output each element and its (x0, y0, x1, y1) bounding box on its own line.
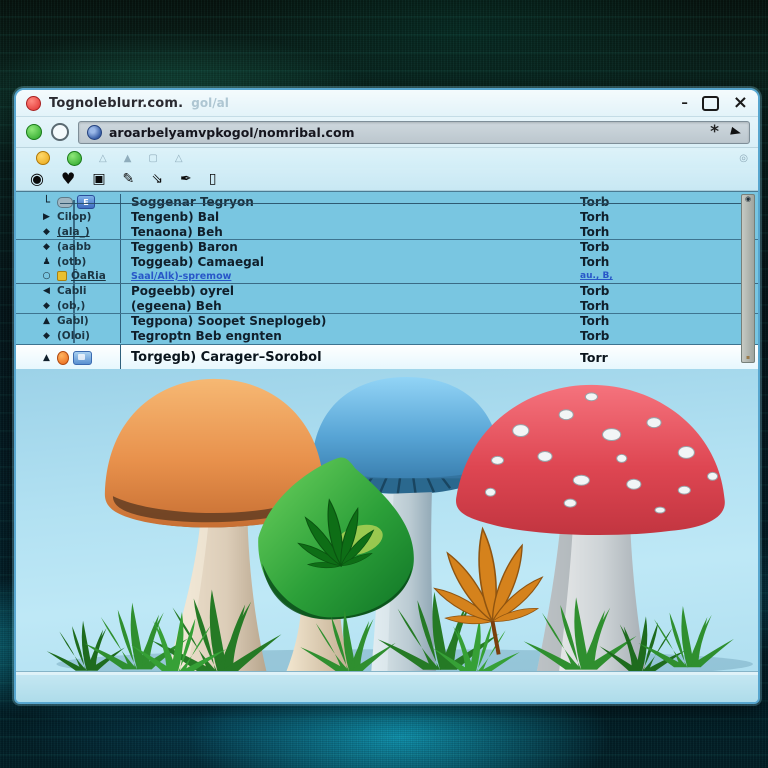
leaf-scribble-icon[interactable]: ✎ (123, 172, 135, 186)
row-label: Cabli (57, 285, 87, 297)
minimize-button[interactable]: – (681, 97, 688, 110)
row-label: (ob,) (57, 300, 85, 312)
scrollbar-top-icon: ◉ (745, 196, 751, 203)
bookmarks-overflow-icon[interactable]: ◎ (739, 153, 748, 164)
row-title: Teggenb) Baron (120, 240, 580, 255)
table-row[interactable]: ♟ (otb) Toggeab) Camaegal Torh (16, 255, 758, 270)
send-arrow-icon[interactable]: ⇘ (151, 172, 163, 186)
orange-dot-icon (57, 351, 69, 365)
row-title: Tenaona) Beh (120, 225, 580, 240)
tree-arrow-icon: ▲ (40, 316, 53, 326)
tree-arrow-icon: ◆ (40, 242, 53, 252)
record-circle-icon[interactable]: ◉ (30, 171, 44, 187)
row-label: Gabl) (57, 315, 89, 327)
table-scrollbar[interactable]: ◉ ▪ (741, 194, 755, 363)
mushroom-illustration (16, 369, 758, 671)
row-link-text[interactable]: Saal/Alk)-spremow (120, 269, 580, 283)
table-row-link[interactable]: ○ ÔaRia Saal/Alk)-spremow au., B, (16, 269, 758, 284)
globe-icon (87, 125, 102, 140)
row-title: Tegroptn Beb engnten (120, 329, 580, 344)
row-value: Torb (580, 329, 738, 343)
page-title-ghost: gol/al (191, 96, 229, 110)
yellow-dot-icon[interactable] (36, 151, 50, 165)
table-row[interactable]: ◆ (ob,) (egeena) Beh Torh (16, 298, 758, 313)
row-label: (otb) (57, 256, 86, 268)
green-dot-icon[interactable] (67, 151, 82, 166)
e-badge-icon: E (77, 195, 95, 209)
tree-arrow-icon: ◆ (40, 227, 53, 237)
browser-window: Tognoleblurr.com. gol/al – × aroarbelyam… (14, 88, 760, 704)
row-label: (aabb (57, 241, 91, 253)
table-row[interactable]: ◆ (ala_) Tenaona) Beh Torh (16, 225, 758, 240)
row-label: ÔaRia (71, 270, 106, 282)
title-bar: Tognoleblurr.com. gol/al – × (16, 90, 758, 117)
row-title: Torgegb) Carager–Sorobol (120, 345, 580, 370)
pawn-icon: ♟ (40, 257, 53, 267)
tree-arrow-icon: ◆ (40, 331, 53, 341)
row-value: au., B, (580, 271, 738, 281)
toolbar: ◉ ♥ ▣ ✎ ⇘ ✒ ▯ (16, 168, 758, 191)
reload-circle-icon[interactable] (51, 123, 69, 141)
row-label: (ala_) (57, 226, 90, 238)
bookmark-icon[interactable]: △ (175, 153, 183, 164)
window-controls: – × (681, 94, 748, 112)
row-title: Toggeab) Camaegal (120, 255, 580, 270)
row-title: Pogeebb) oyrel (120, 284, 580, 299)
row-value: Torh (580, 314, 738, 328)
table-row[interactable]: ◆ (aabb Teggenb) Baron Torb (16, 239, 758, 255)
row-label: (Oloi) (57, 330, 90, 342)
row-value: Torh (580, 210, 738, 224)
row-value: Torh (580, 299, 738, 313)
row-value: Torr (580, 350, 738, 365)
address-bar-actions: * (710, 128, 741, 136)
row-title: Soggenar Tegryon (120, 194, 580, 210)
tree-table: └ E Soggenar Tegryon Torb ▶ Cilop) Tenge… (16, 191, 758, 369)
url-text[interactable]: aroarbelyamvpkogol/nomribal.com (109, 125, 355, 140)
tree-arrow-icon: ◀ (40, 286, 53, 296)
row-label: Cilop) (57, 211, 91, 223)
close-button[interactable]: × (733, 94, 748, 112)
scrollbar-bottom-icon: ▪ (746, 355, 750, 361)
row-value: Torb (580, 284, 738, 298)
row-value: Torb (580, 240, 738, 254)
table-row[interactable]: ▶ Cilop) Tengenb) Bal Torh (16, 210, 758, 225)
bookmark-icon[interactable]: ▲ (124, 153, 132, 164)
page-content (16, 369, 758, 671)
bookmarks-bar: △ ▲ ▢ △ ◎ (16, 148, 758, 168)
yellow-badge-icon (57, 271, 67, 281)
row-value: Torh (580, 255, 738, 269)
tree-arrow-icon: ▲ (40, 353, 53, 363)
app-badge-icon (73, 351, 92, 365)
page-title: Tognoleblurr.com. (49, 96, 183, 111)
table-row[interactable]: ◀ Cabli Pogeebb) oyrel Torb (16, 284, 758, 299)
tree-arrow-icon: ▶ (40, 212, 53, 222)
table-row[interactable]: ◆ (Oloi) Tegroptn Beb engnten Torb (16, 329, 758, 344)
status-bar (16, 671, 758, 702)
table-row[interactable]: ▲ Gabl) Tegpona) Soopet Sneplogeb) Torh (16, 313, 758, 329)
row-title: Tengenb) Bal (120, 210, 580, 225)
pen-icon[interactable]: ✒ (180, 172, 192, 186)
tree-branch-icon: └ (40, 195, 53, 209)
go-arrow-icon[interactable] (730, 127, 742, 137)
address-row: aroarbelyamvpkogol/nomribal.com * (16, 117, 758, 148)
table-row[interactable]: └ E Soggenar Tegryon Torb (16, 194, 758, 210)
maximize-button[interactable] (702, 96, 719, 111)
row-title: Tegpona) Soopet Sneplogeb) (120, 314, 580, 329)
go-dot-icon[interactable] (26, 124, 42, 140)
row-title: (egeena) Beh (120, 298, 580, 313)
phone-icon[interactable]: ▯ (209, 172, 217, 186)
bookmark-icon[interactable]: ▢ (148, 153, 157, 164)
oval-badge-icon (57, 197, 73, 208)
heart-icon[interactable]: ♥ (61, 171, 75, 187)
address-bar[interactable]: aroarbelyamvpkogol/nomribal.com * (78, 121, 750, 144)
image-icon[interactable]: ▣ (92, 172, 105, 186)
row-value: Torb (580, 195, 738, 209)
bookmark-icon[interactable]: △ (99, 153, 107, 164)
row-value: Torh (580, 225, 738, 239)
record-dot-icon[interactable] (26, 96, 41, 111)
circle-icon: ○ (40, 271, 53, 281)
tree-arrow-icon: ◆ (40, 301, 53, 311)
